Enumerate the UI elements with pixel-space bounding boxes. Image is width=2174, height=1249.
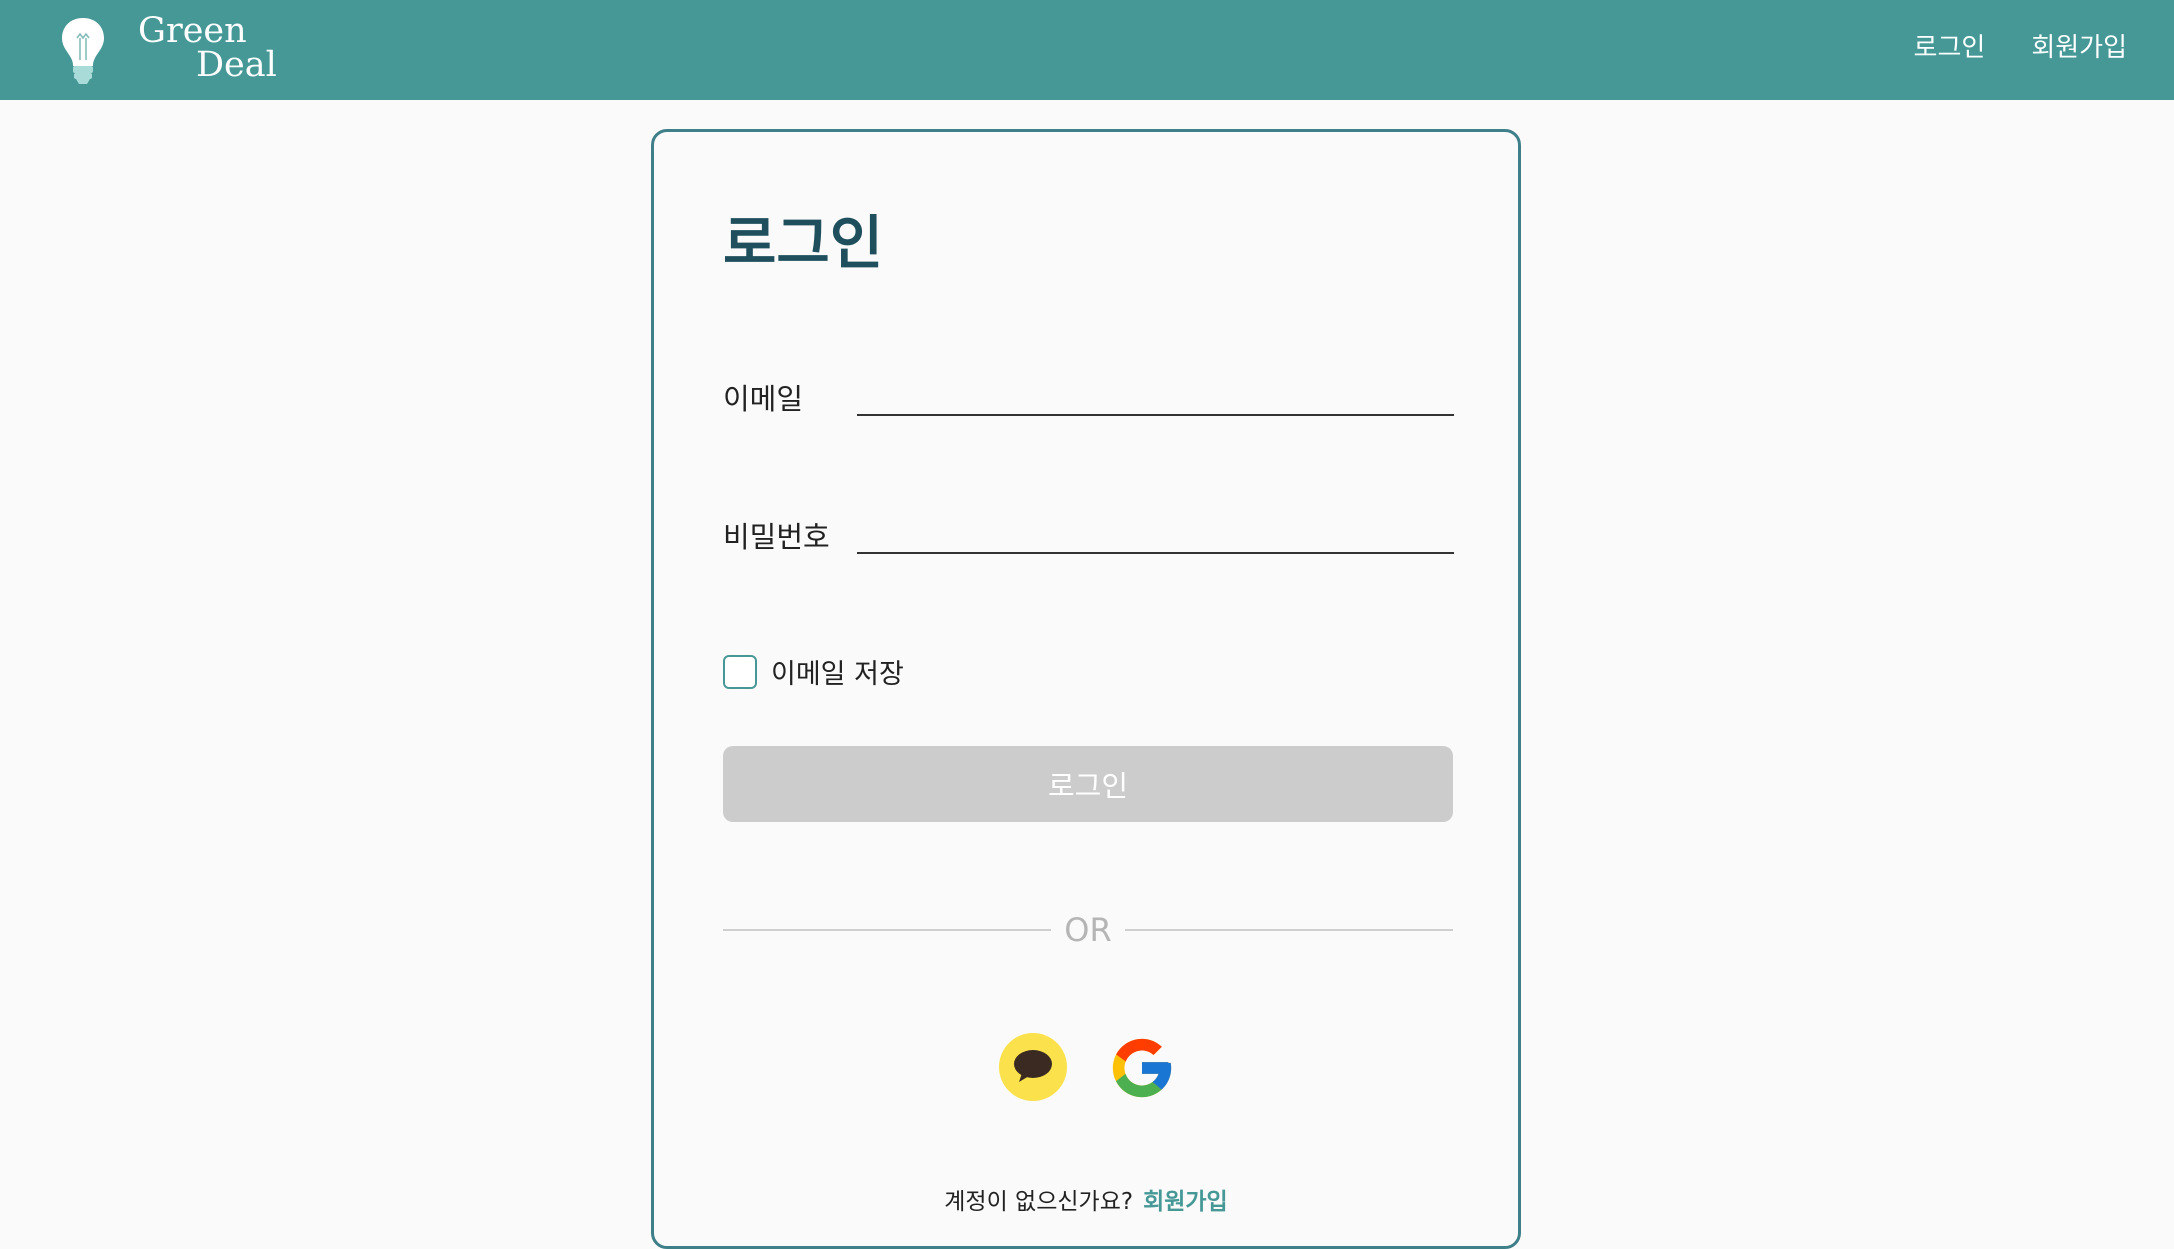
kakao-icon	[1014, 1050, 1052, 1082]
login-card: 로그인 이메일 비밀번호 이메일 저장 로그인 OR 계정이 없으신가요? 회원가…	[651, 129, 1521, 1249]
kakao-login-button[interactable]	[999, 1033, 1067, 1101]
password-label: 비밀번호	[723, 520, 830, 554]
social-login-group	[999, 1033, 1177, 1103]
signup-link[interactable]: 회원가입	[1143, 1189, 1228, 1215]
signup-prompt-row: 계정이 없으신가요? 회원가입	[654, 1184, 1518, 1220]
logo-text: Green Deal	[138, 11, 277, 85]
email-label: 이메일	[723, 382, 804, 416]
logo-line-1: Green	[138, 11, 247, 51]
nav-signup-link[interactable]: 회원가입	[2031, 28, 2127, 68]
page-title: 로그인	[723, 209, 884, 277]
nav-login-link[interactable]: 로그인	[1914, 28, 1986, 68]
divider-line-right	[1125, 929, 1453, 931]
logo-line-2: Deal	[196, 45, 277, 85]
password-field[interactable]	[857, 510, 1454, 554]
google-icon[interactable]	[1107, 1033, 1177, 1103]
login-button[interactable]: 로그인	[723, 746, 1453, 822]
or-divider: OR	[723, 908, 1453, 952]
top-navigation-bar: Green Deal 로그인 회원가입	[0, 0, 2174, 100]
signup-prompt-text: 계정이 없으신가요?	[944, 1189, 1134, 1215]
lightbulb-icon	[62, 18, 104, 84]
logo[interactable]: Green Deal	[58, 14, 298, 90]
remember-email-checkbox[interactable]	[723, 654, 757, 689]
header-nav: 로그인 회원가입	[1914, 28, 2127, 68]
remember-email-label: 이메일 저장	[771, 659, 904, 690]
email-field[interactable]	[857, 372, 1454, 416]
remember-email-option[interactable]: 이메일 저장	[723, 652, 904, 691]
